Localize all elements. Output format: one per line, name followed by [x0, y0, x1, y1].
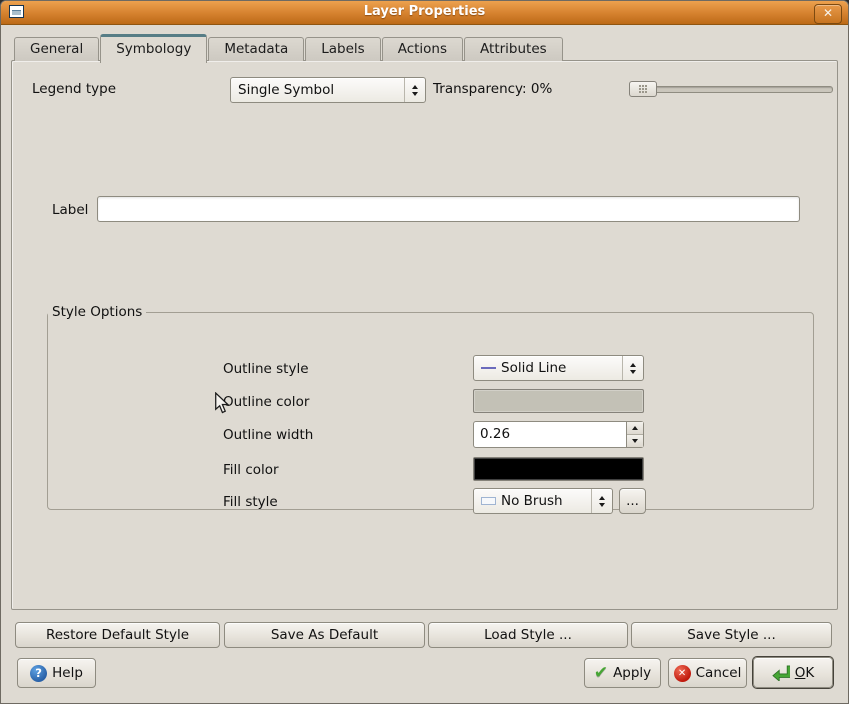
cancel-x-icon: ✕: [674, 665, 691, 682]
outline-style-combo[interactable]: Solid Line: [473, 355, 644, 381]
save-style-button[interactable]: Save Style ...: [631, 622, 832, 648]
restore-default-style-button[interactable]: Restore Default Style: [15, 622, 220, 648]
legend-type-label: Legend type: [32, 81, 116, 97]
solid-line-icon: [481, 367, 496, 369]
combo-spinner-icon: [622, 356, 643, 380]
ok-button[interactable]: OK: [753, 657, 833, 688]
outline-width-value[interactable]: 0.26: [474, 422, 626, 447]
symbology-panel: Legend type Single Symbol Transparency: …: [11, 60, 838, 610]
label-input[interactable]: [97, 196, 800, 222]
tab-general[interactable]: General: [14, 37, 99, 61]
style-options-title: Style Options: [48, 304, 146, 320]
transparency-slider-handle[interactable]: [629, 81, 657, 97]
tab-metadata[interactable]: Metadata: [208, 37, 304, 61]
titlebar[interactable]: Layer Properties ✕: [1, 1, 848, 25]
cancel-button[interactable]: ✕ Cancel: [668, 658, 747, 688]
legend-type-combo[interactable]: Single Symbol: [230, 77, 426, 103]
fill-style-value: No Brush: [501, 493, 563, 509]
help-button[interactable]: ? Help: [17, 658, 96, 688]
enter-arrow-icon: [772, 665, 790, 681]
fill-style-browse-button[interactable]: ...: [619, 488, 646, 514]
help-icon: ?: [30, 665, 47, 682]
no-brush-icon: [481, 497, 496, 505]
tab-bar: General Symbology Metadata Labels Action…: [14, 33, 564, 61]
transparency-slider[interactable]: [642, 86, 833, 93]
window-title: Layer Properties: [1, 4, 848, 19]
load-style-button[interactable]: Load Style ...: [428, 622, 628, 648]
apply-button[interactable]: ✔ Apply: [584, 658, 661, 688]
label-field-label: Label: [52, 202, 88, 218]
fill-color-swatch-button[interactable]: [473, 457, 644, 481]
tab-symbology[interactable]: Symbology: [100, 34, 207, 63]
tab-labels[interactable]: Labels: [305, 37, 380, 61]
tab-actions[interactable]: Actions: [382, 37, 463, 61]
outline-style-value: Solid Line: [501, 360, 566, 376]
outline-width-spinbox[interactable]: 0.26: [473, 421, 644, 448]
spin-down-button[interactable]: [627, 435, 643, 447]
layer-properties-dialog: Layer Properties ✕ General Symbology Met…: [0, 0, 849, 704]
outline-width-label: Outline width: [223, 427, 313, 443]
tab-attributes[interactable]: Attributes: [464, 37, 563, 61]
combo-spinner-icon: [404, 78, 425, 102]
outline-color-label: Outline color: [223, 394, 309, 410]
combo-spinner-icon: [591, 489, 612, 513]
close-icon: ✕: [823, 6, 833, 20]
fill-style-label: Fill style: [223, 494, 278, 510]
save-as-default-button[interactable]: Save As Default: [224, 622, 425, 648]
legend-type-value: Single Symbol: [231, 82, 404, 98]
outline-style-label: Outline style: [223, 361, 309, 377]
grip-dots-icon: [639, 85, 641, 87]
outline-color-swatch-button[interactable]: [473, 389, 644, 413]
style-options-group: Style Options Outline style Solid Line O…: [47, 304, 814, 510]
fill-style-combo[interactable]: No Brush: [473, 488, 613, 514]
spin-up-button[interactable]: [627, 422, 643, 435]
checkmark-icon: ✔: [594, 665, 608, 682]
fill-color-label: Fill color: [223, 462, 279, 478]
transparency-label: Transparency: 0%: [433, 81, 552, 97]
close-button[interactable]: ✕: [814, 4, 842, 24]
